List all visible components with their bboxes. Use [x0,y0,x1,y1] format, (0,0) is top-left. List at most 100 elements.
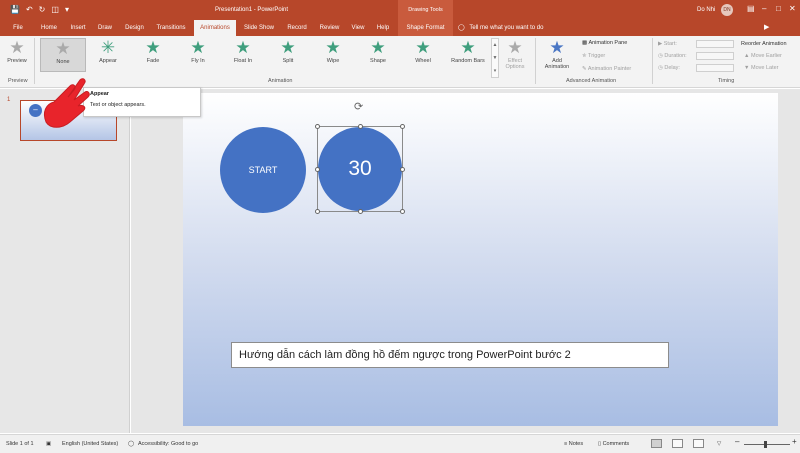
resize-handle[interactable] [315,167,320,172]
fade-star-icon: ★ [145,38,161,57]
notes-icon: ≡ [564,441,568,447]
animation-fade[interactable]: ★ Fade [133,38,173,64]
tab-transitions[interactable]: Transitions [152,20,190,36]
comments-icon: ▯ [598,441,602,447]
add-animation-button[interactable]: ★ Add Animation [540,38,574,70]
minimize-icon[interactable]: – [762,3,766,15]
slide-show-view-icon[interactable]: ▽ [717,440,721,448]
tab-slide-show[interactable]: Slide Show [240,20,278,36]
quick-access-toolbar: 💾 ↶ ↻ ◫ ▾ [10,5,69,15]
share-icon[interactable]: ▶ [764,20,769,36]
animation-wipe-label: Wipe [326,58,340,64]
delay-label: ◷ Delay: [658,65,680,71]
animation-float-in-label: Float In [233,58,253,64]
animation-appear[interactable]: ✳ Appear [88,38,128,64]
status-bar: Slide 1 of 1 ▣ English (United States) ◯… [0,434,800,453]
tab-insert[interactable]: Insert [65,20,91,36]
group-label-advanced-animation: Advanced Animation [566,78,617,84]
effect-options-icon: ★ [507,38,523,57]
resize-handle[interactable] [400,167,405,172]
tab-review[interactable]: Review [316,20,343,36]
reading-view-icon[interactable] [693,439,704,448]
none-star-icon: ★ [55,39,71,58]
delay-clock-icon: ◷ [658,65,663,71]
spelling-icon[interactable]: ▣ [46,440,51,448]
tab-file[interactable]: File [8,20,28,36]
zoom-slider-thumb[interactable] [764,441,767,448]
resize-handle[interactable] [315,209,320,214]
caption-text-box[interactable]: Hướng dẫn cách làm đồng hồ đếm ngược tro… [231,342,669,368]
start-circle[interactable]: START [220,127,306,213]
animation-painter-button[interactable]: ✎ Animation Painter [582,66,631,72]
split-star-icon: ★ [280,38,296,57]
animation-float-in[interactable]: ★ Float In [223,38,263,64]
resize-handle[interactable] [400,209,405,214]
effect-options-button[interactable]: ★ Effect Options [501,38,529,70]
redo-icon[interactable]: ↻ [39,5,46,15]
animation-wipe[interactable]: ★ Wipe [313,38,353,64]
resize-handle[interactable] [358,209,363,214]
zoom-slider[interactable] [744,444,790,445]
resize-handle[interactable] [400,124,405,129]
wheel-star-icon: ★ [415,38,431,57]
close-icon[interactable]: ✕ [789,3,796,15]
move-earlier-button[interactable]: ▲ Move Earlier [744,53,782,59]
tell-me-search[interactable]: ◯ Tell me what you want to do [458,20,543,36]
start-dropdown[interactable] [696,40,734,48]
tooltip-description: Text or object appears. [90,102,146,108]
comments-button[interactable]: ▯ Comments [598,440,629,448]
accessibility-status[interactable]: Accessibility: Good to go [138,440,198,448]
preview-button[interactable]: ★ Preview [3,38,31,64]
animation-painter-icon: ✎ [582,66,587,72]
animation-pane-button[interactable]: ▩ Animation Pane [582,40,627,46]
animation-random-bars[interactable]: ★ Random Bars [446,38,490,64]
tab-help[interactable]: Help [373,20,393,36]
ribbon-display-options-icon[interactable]: ▤ [747,3,755,15]
tab-home[interactable]: Home [35,20,63,36]
animation-split[interactable]: ★ Split [268,38,308,64]
delay-field[interactable] [696,64,734,72]
zoom-out-icon[interactable]: – [735,438,739,446]
animation-wheel-label: Wheel [415,58,431,64]
language-status[interactable]: English (United States) [62,440,118,448]
move-later-button[interactable]: ▼ Move Later [744,65,779,71]
tab-record[interactable]: Record [283,20,311,36]
title-bar: 💾 ↶ ↻ ◫ ▾ Presentation1 - PowerPoint Dra… [0,0,800,20]
tab-draw[interactable]: Draw [94,20,116,36]
shape-star-icon: ★ [370,38,386,57]
tab-shape-format[interactable]: Shape Format [398,20,453,36]
animation-none[interactable]: ★ None [40,38,86,72]
resize-handle[interactable] [358,124,363,129]
group-label-timing: Timing [718,78,735,84]
divider [652,38,653,84]
trigger-icon: ✯ [582,53,587,59]
slide-sorter-icon[interactable] [672,439,683,448]
duration-field[interactable] [696,52,734,60]
tab-view[interactable]: View [347,20,369,36]
animation-fly-in[interactable]: ★ Fly In [178,38,218,64]
start-from-beginning-icon[interactable]: ◫ [51,5,59,15]
resize-handle[interactable] [315,124,320,129]
user-name[interactable]: Do Nhi [697,7,715,13]
wipe-star-icon: ★ [325,38,341,57]
notes-button[interactable]: ≡ Notes [564,440,583,448]
animation-gallery-scroll[interactable]: ▲ ▼ ▾ [491,38,499,78]
normal-view-icon[interactable] [651,439,662,448]
save-icon[interactable]: 💾 [10,5,20,15]
slide-number: 1 [7,97,11,103]
animation-shape[interactable]: ★ Shape [358,38,398,64]
customize-icon[interactable]: ▾ [65,5,69,15]
avatar[interactable]: DN [721,4,733,16]
drawing-tools-label: Drawing Tools [398,0,453,20]
float-in-star-icon: ★ [235,38,251,57]
tab-design[interactable]: Design [120,20,149,36]
undo-icon[interactable]: ↶ [26,5,33,15]
rotate-handle-icon[interactable]: ⟳ [354,102,363,113]
animation-wheel[interactable]: ★ Wheel [403,38,443,64]
zoom-in-icon[interactable]: + [792,438,797,446]
animation-painter-label: Animation Painter [587,66,632,72]
tab-animations[interactable]: Animations [194,20,236,36]
trigger-button[interactable]: ✯ Trigger [582,53,605,59]
tell-me-label: Tell me what you want to do [469,25,544,31]
maximize-icon[interactable]: □ [776,3,781,15]
